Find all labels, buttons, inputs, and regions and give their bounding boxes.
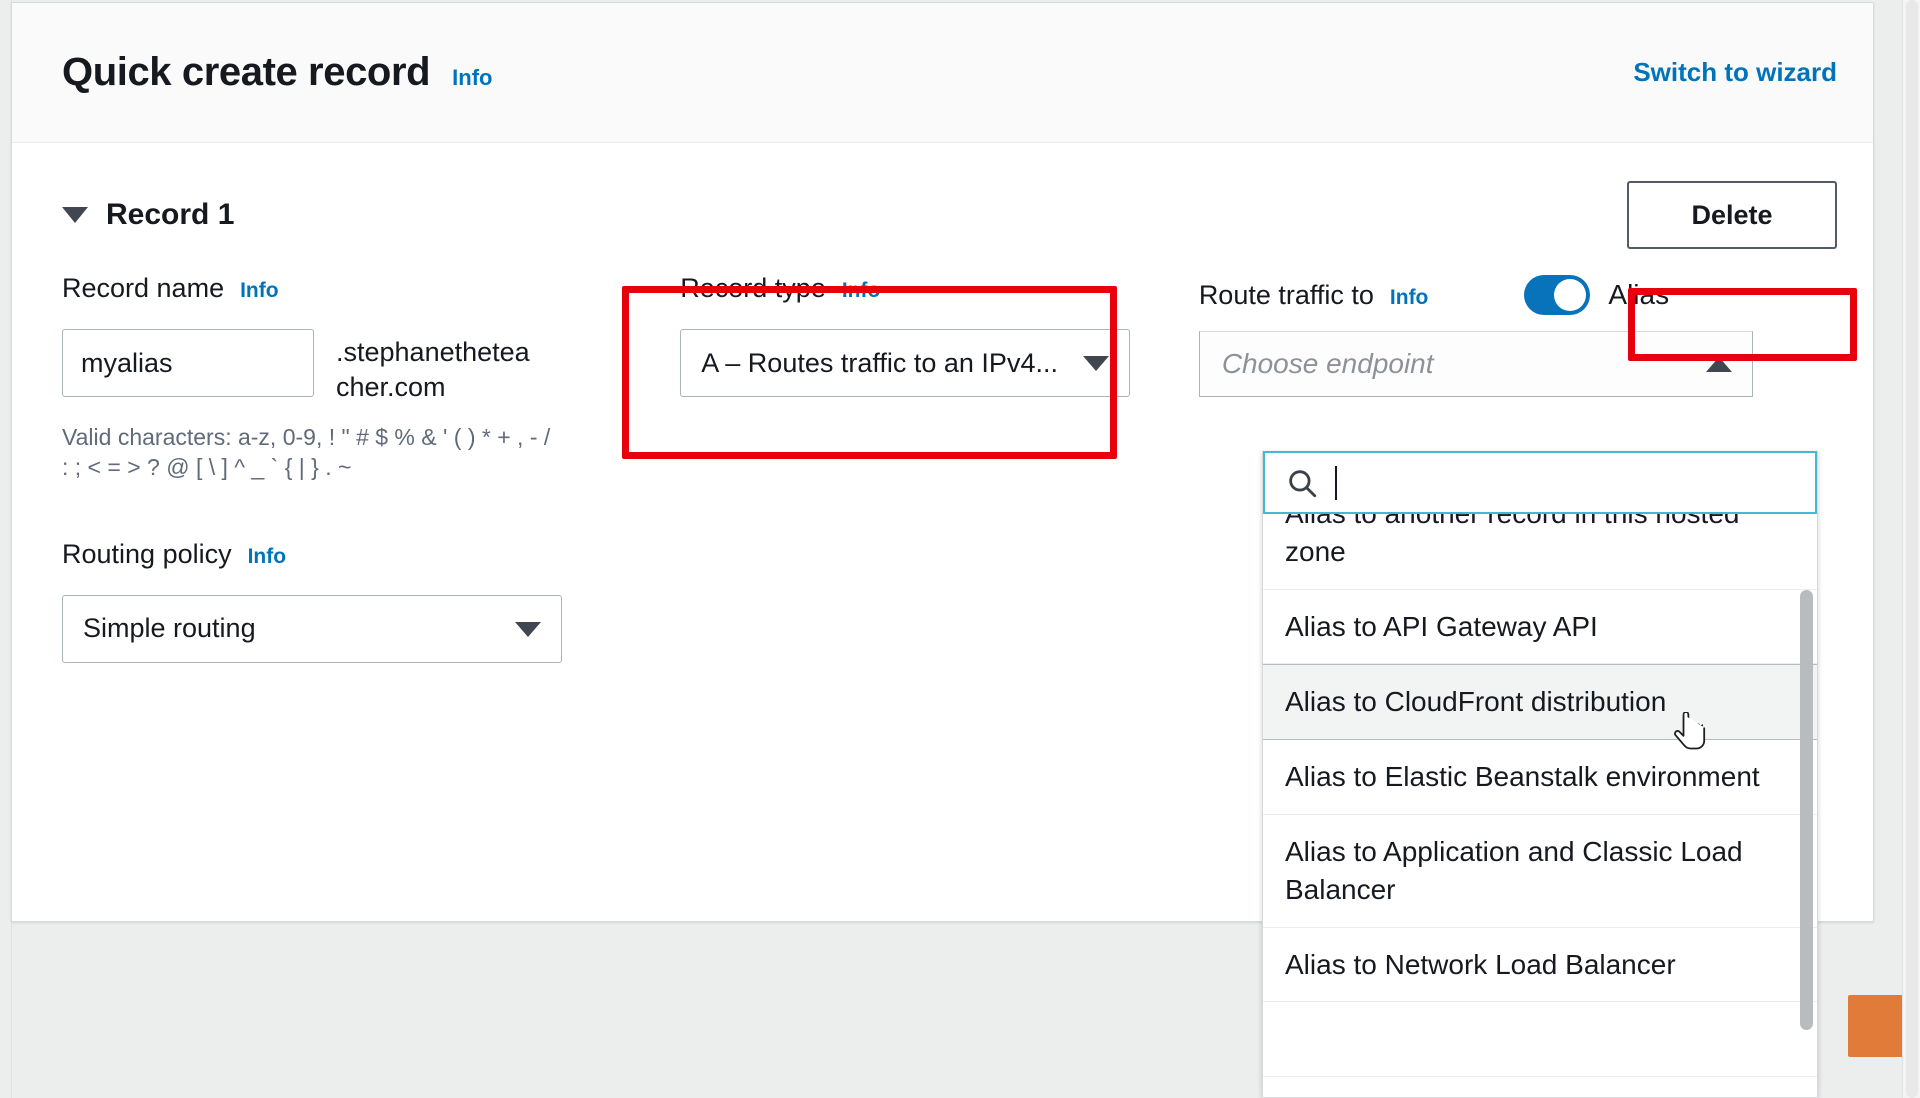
routing-policy-select[interactable]: Simple routing: [62, 594, 562, 663]
alias-toggle-group[interactable]: Alias: [1514, 267, 1680, 323]
dropdown-scrollbar-thumb[interactable]: [1800, 590, 1813, 1030]
record-name-label: Record name: [62, 273, 225, 303]
record-name-label-row: Record name Info: [62, 273, 680, 317]
card-header: Quick create record Info Switch to wizar…: [12, 3, 1873, 143]
chevron-down-icon[interactable]: [515, 621, 541, 637]
routing-policy-info-link[interactable]: Info: [248, 545, 286, 569]
record-type-select[interactable]: A – Routes traffic to an IPv4...: [680, 329, 1131, 397]
route-traffic-info-link[interactable]: Info: [1390, 286, 1428, 310]
alias-toggle-knob: [1554, 279, 1587, 311]
list-item[interactable]: Alias to another record in this hosted z…: [1263, 514, 1817, 590]
page-scrollbar-thumb[interactable]: [1906, 0, 1918, 1098]
record-name-input[interactable]: [62, 329, 314, 397]
dropdown-scrollbar-track[interactable]: [1800, 586, 1813, 1090]
record-header-row: Record 1 Delete: [62, 143, 1837, 249]
record-name-column: Record name Info .stephanethetea cher.co…: [62, 273, 680, 663]
route-traffic-label: Route traffic to: [1198, 279, 1374, 310]
alias-toggle-label: Alias: [1608, 279, 1670, 310]
record-type-label-row: Record type Info: [680, 273, 1199, 317]
route-traffic-label-group: Route traffic to Info: [1199, 280, 1429, 311]
list-item[interactable]: Alias to CloudFront distribution: [1263, 664, 1817, 741]
caret-down-icon[interactable]: [62, 207, 88, 223]
record-title: Record 1: [106, 198, 235, 231]
record-name-hint: Valid characters: a-z, 0-9, ! " # $ % & …: [62, 424, 551, 481]
route-traffic-header-row: Route traffic to Info Alias: [1199, 267, 1837, 323]
list-item[interactable]: Alias to Elastic Beanstalk environment: [1263, 740, 1817, 815]
endpoint-placeholder: Choose endpoint: [1221, 348, 1434, 379]
endpoint-option-list-inner: Alias to another record in this hosted z…: [1263, 514, 1817, 1078]
record-type-label: Record type: [680, 273, 826, 303]
header-info-link[interactable]: Info: [452, 65, 492, 91]
record-name-info-link[interactable]: Info: [240, 279, 278, 303]
page-scrollbar-track[interactable]: [1902, 0, 1920, 1098]
routing-policy-block: Routing policy Info Simple routing: [62, 539, 680, 663]
list-item[interactable]: Alias to API Gateway API: [1263, 590, 1817, 665]
delete-button[interactable]: Delete: [1627, 181, 1837, 249]
record-collapse-group[interactable]: Record 1: [62, 198, 234, 232]
record-type-value: A – Routes traffic to an IPv4...: [701, 347, 1058, 378]
list-item[interactable]: [1263, 1002, 1817, 1078]
list-item[interactable]: Alias to Network Load Balancer: [1263, 928, 1817, 1003]
header-title-group: Quick create record Info: [62, 50, 492, 95]
domain-suffix-text: .stephanethetea cher.com: [336, 337, 530, 402]
record-type-column: Record type Info A – Routes traffic to a…: [680, 273, 1199, 663]
alias-toggle[interactable]: [1524, 275, 1591, 315]
routing-policy-value: Simple routing: [83, 613, 256, 644]
chevron-up-icon[interactable]: [1705, 357, 1732, 372]
search-icon: [1285, 466, 1319, 500]
page-title: Quick create record: [62, 50, 431, 94]
routing-policy-label: Routing policy: [62, 538, 232, 569]
list-item[interactable]: Alias to Application and Classic Load Ba…: [1263, 815, 1817, 928]
record-type-info-link[interactable]: Info: [842, 279, 880, 303]
chevron-down-icon[interactable]: [1083, 356, 1110, 371]
endpoint-combobox-trigger[interactable]: Choose endpoint: [1198, 331, 1753, 397]
switch-to-wizard-link[interactable]: Switch to wizard: [1633, 57, 1837, 88]
record-name-input-row: .stephanethetea cher.com: [62, 329, 680, 404]
orange-action-button[interactable]: [1848, 995, 1908, 1057]
endpoint-option-list[interactable]: Alias to another record in this hosted z…: [1263, 514, 1817, 1097]
endpoint-dropdown-panel: Alias to another record in this hosted z…: [1262, 451, 1818, 1098]
routing-policy-label-row: Routing policy Info: [62, 539, 680, 583]
text-caret: [1335, 465, 1337, 500]
endpoint-search-box[interactable]: [1263, 451, 1817, 514]
